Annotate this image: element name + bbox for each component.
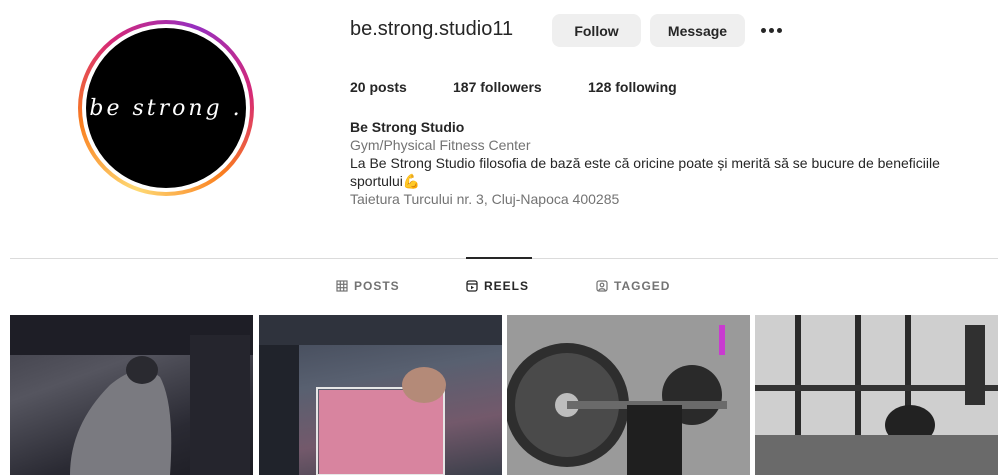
avatar-gap: be strong . xyxy=(82,24,250,192)
posts-count: 20 posts xyxy=(350,79,407,95)
tab-posts[interactable]: POSTS xyxy=(336,279,400,293)
profile-stats: 20 posts 187 followers 128 following xyxy=(350,79,677,95)
following-link[interactable]: 128 following xyxy=(588,79,677,95)
profile-category: Gym/Physical Fitness Center xyxy=(350,137,531,153)
profile-address[interactable]: Taietura Turcului nr. 3, Cluj-Napoca 400… xyxy=(350,190,990,208)
tagged-icon xyxy=(596,280,608,292)
tab-tagged[interactable]: TAGGED xyxy=(596,279,670,293)
dot xyxy=(776,28,782,33)
username: be.strong.studio11 xyxy=(350,18,514,40)
followers-link[interactable]: 187 followers xyxy=(453,79,588,95)
tab-posts-label: POSTS xyxy=(354,279,400,293)
avatar-logo-text: be strong . xyxy=(89,95,243,121)
profile-name: Be Strong Studio xyxy=(350,119,465,135)
reel-thumbnail[interactable] xyxy=(507,315,750,475)
reels-icon xyxy=(466,280,478,292)
message-button[interactable]: Message xyxy=(650,14,745,47)
active-tab-indicator xyxy=(466,257,532,259)
grid-icon xyxy=(336,280,348,292)
profile-avatar[interactable]: be strong . xyxy=(78,20,254,196)
tab-tagged-label: TAGGED xyxy=(614,279,671,293)
profile-description: La Be Strong Studio filosofia de bază es… xyxy=(350,155,940,189)
reel-thumbnail[interactable] xyxy=(259,315,502,475)
dot xyxy=(760,28,766,33)
reel-thumbnail[interactable] xyxy=(755,315,998,475)
tab-reels[interactable]: REELS xyxy=(466,279,529,293)
dot xyxy=(768,28,774,33)
reel-thumbnail[interactable] xyxy=(10,315,253,475)
more-options-icon[interactable] xyxy=(757,14,785,47)
avatar-image: be strong . xyxy=(86,28,246,188)
follow-button[interactable]: Follow xyxy=(552,14,641,47)
tab-reels-label: REELS xyxy=(484,279,530,293)
profile-bio: Be Strong Studio Gym/Physical Fitness Ce… xyxy=(350,118,990,208)
